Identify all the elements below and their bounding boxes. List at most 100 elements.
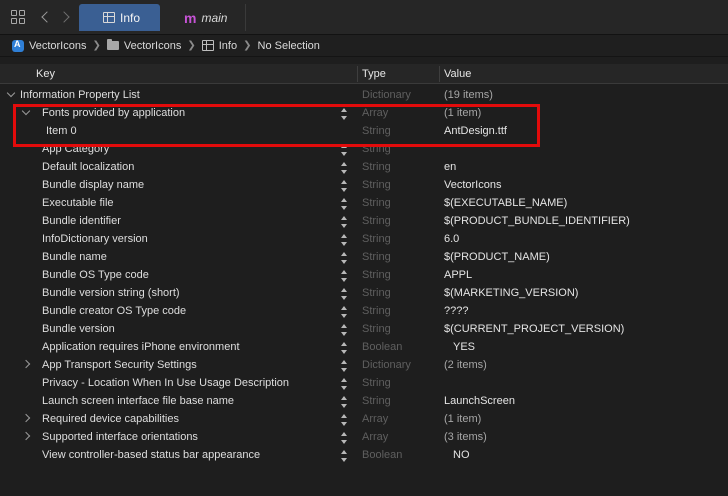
row-type[interactable]: String <box>362 269 391 281</box>
key-stepper-icon[interactable] <box>340 234 348 246</box>
row-value[interactable]: LaunchScreen <box>444 395 515 407</box>
row-value[interactable]: $(PRODUCT_BUNDLE_IDENTIFIER) <box>444 215 630 227</box>
row-value[interactable]: ???? <box>444 305 468 317</box>
row-type[interactable]: String <box>362 197 391 209</box>
row-value[interactable]: 6.0 <box>444 233 459 245</box>
key-stepper-icon[interactable] <box>340 360 348 372</box>
column-value-header[interactable]: Value <box>444 68 471 80</box>
row-key[interactable]: Executable file <box>42 197 114 209</box>
key-stepper-icon[interactable] <box>340 342 348 354</box>
row-type[interactable]: Boolean <box>362 449 402 461</box>
row-type[interactable]: String <box>362 395 391 407</box>
row-key[interactable]: Supported interface orientations <box>42 431 198 443</box>
column-type-header[interactable]: Type <box>362 68 386 80</box>
breadcrumb-selection[interactable]: No Selection <box>258 40 320 52</box>
plist-row[interactable]: Default localization String en <box>0 159 728 177</box>
plist-row[interactable]: View controller-based status bar appeara… <box>0 447 728 465</box>
plist-row[interactable]: Privacy - Location When In Use Usage Des… <box>0 375 728 393</box>
row-type[interactable]: String <box>362 305 391 317</box>
row-type[interactable]: String <box>362 161 391 173</box>
column-key-header[interactable]: Key <box>36 68 55 80</box>
key-stepper-icon[interactable] <box>340 396 348 408</box>
key-stepper-icon[interactable] <box>340 306 348 318</box>
row-type[interactable]: String <box>362 233 391 245</box>
row-key[interactable]: InfoDictionary version <box>42 233 148 245</box>
related-items-grid-icon[interactable] <box>10 9 26 25</box>
plist-row[interactable]: InfoDictionary version String 6.0 <box>0 231 728 249</box>
row-key[interactable]: Launch screen interface file base name <box>42 395 234 407</box>
row-value[interactable]: $(PRODUCT_NAME) <box>444 251 550 263</box>
plist-row[interactable]: Bundle creator OS Type code String???? <box>0 303 728 321</box>
row-type[interactable]: String <box>362 215 391 227</box>
tab-main[interactable]: m main <box>160 4 246 31</box>
plist-row[interactable]: App Transport Security Settings Dictionar… <box>0 357 728 375</box>
plist-row[interactable]: Information Property List Dictionary (19 i… <box>0 87 728 105</box>
disclosure-closed-icon[interactable] <box>21 431 31 441</box>
row-key[interactable]: Bundle display name <box>42 179 144 191</box>
breadcrumb-file[interactable]: Info <box>201 40 237 52</box>
key-stepper-icon[interactable] <box>340 270 348 282</box>
row-key[interactable]: Bundle creator OS Type code <box>42 305 186 317</box>
key-stepper-icon[interactable] <box>340 198 348 210</box>
key-stepper-icon[interactable] <box>340 414 348 426</box>
row-key[interactable]: Default localization <box>42 161 134 173</box>
row-value[interactable]: (2 items) <box>444 359 487 371</box>
row-value[interactable]: en <box>444 161 456 173</box>
key-stepper-icon[interactable] <box>340 450 348 462</box>
plist-row[interactable]: Launch screen interface file base name St… <box>0 393 728 411</box>
key-stepper-icon[interactable] <box>340 216 348 228</box>
row-value[interactable]: $(CURRENT_PROJECT_VERSION) <box>444 323 624 335</box>
plist-row[interactable]: Application requires iPhone environment B… <box>0 339 728 357</box>
disclosure-closed-icon[interactable] <box>21 359 31 369</box>
plist-row[interactable]: Bundle name String $(PRODUCT_NAME) <box>0 249 728 267</box>
key-stepper-icon[interactable] <box>340 162 348 174</box>
chevron-left-icon[interactable] <box>38 9 54 25</box>
row-key[interactable]: Bundle OS Type code <box>42 269 149 281</box>
row-value[interactable]: (1 item) <box>444 413 481 425</box>
row-type[interactable]: String <box>362 377 391 389</box>
row-key[interactable]: App Transport Security Settings <box>42 359 197 371</box>
disclosure-open-icon[interactable] <box>6 88 16 98</box>
row-value[interactable]: APPL <box>444 269 472 281</box>
row-value[interactable]: YES <box>453 341 475 353</box>
row-type[interactable]: Boolean <box>362 341 402 353</box>
row-key[interactable]: Bundle identifier <box>42 215 121 227</box>
disclosure-closed-icon[interactable] <box>21 413 31 423</box>
plist-row[interactable]: Bundle version String $(CURRENT_PROJECT_VE… <box>0 321 728 339</box>
row-value[interactable]: $(EXECUTABLE_NAME) <box>444 197 567 209</box>
breadcrumb-folder[interactable]: VectorIcons <box>106 39 181 52</box>
tab-info[interactable]: Info <box>79 4 160 31</box>
row-key[interactable]: Bundle version string (short) <box>42 287 180 299</box>
key-stepper-icon[interactable] <box>340 378 348 390</box>
key-stepper-icon[interactable] <box>340 180 348 192</box>
row-key[interactable]: Privacy - Location When In Use Usage Des… <box>42 377 289 389</box>
row-type[interactable]: Dictionary <box>362 359 411 371</box>
row-type[interactable]: String <box>362 287 391 299</box>
row-key[interactable]: View controller-based status bar appeara… <box>42 449 260 461</box>
breadcrumb-project[interactable]: VectorIcons <box>12 39 86 52</box>
row-type[interactable]: String <box>362 179 391 191</box>
row-key[interactable]: Application requires iPhone environment <box>42 341 240 353</box>
plist-row[interactable]: Bundle OS Type code String APPL <box>0 267 728 285</box>
row-value[interactable]: (19 items) <box>444 89 493 101</box>
key-stepper-icon[interactable] <box>340 324 348 336</box>
row-key[interactable]: Required device capabilities <box>42 413 179 425</box>
row-type[interactable]: Dictionary <box>362 89 411 101</box>
column-divider[interactable] <box>439 66 440 82</box>
plist-row[interactable]: Bundle version string (short) String $(MAR… <box>0 285 728 303</box>
plist-row[interactable]: Executable file String $(EXECUTABLE_NAME) <box>0 195 728 213</box>
row-key[interactable]: Bundle version <box>42 323 115 335</box>
row-type[interactable]: Array <box>362 431 388 443</box>
row-value[interactable]: $(MARKETING_VERSION) <box>444 287 578 299</box>
column-divider[interactable] <box>357 66 358 82</box>
chevron-right-icon[interactable] <box>58 9 74 25</box>
plist-row[interactable]: Bundle display name String VectorIcons <box>0 177 728 195</box>
key-stepper-icon[interactable] <box>340 288 348 300</box>
key-stepper-icon[interactable] <box>340 432 348 444</box>
row-value[interactable]: NO <box>453 449 470 461</box>
row-type[interactable]: Array <box>362 413 388 425</box>
plist-row[interactable]: Bundle identifier String $(PRODUCT_BUNDLE_… <box>0 213 728 231</box>
row-key[interactable]: Bundle name <box>42 251 107 263</box>
row-value[interactable]: VectorIcons <box>444 179 501 191</box>
row-key[interactable]: Information Property List <box>20 89 140 101</box>
